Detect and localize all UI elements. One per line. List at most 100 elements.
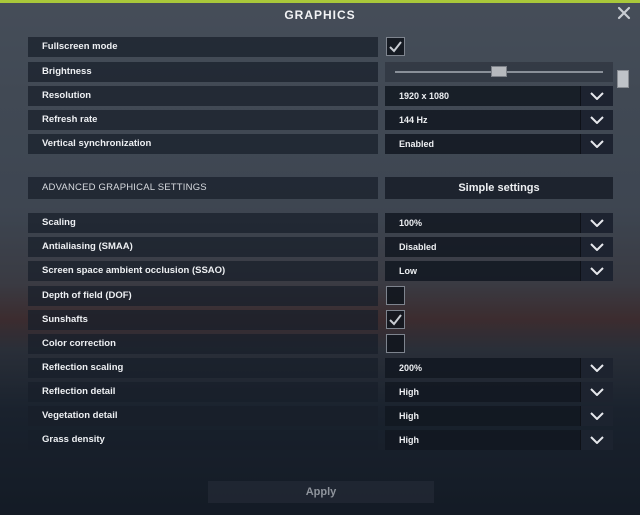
setting-label: Grass density bbox=[28, 430, 378, 450]
setting-scaling: Scaling 100% bbox=[28, 213, 613, 233]
dropdown-button[interactable] bbox=[580, 134, 613, 154]
fullscreen-checkbox[interactable] bbox=[386, 37, 405, 56]
setting-resolution: Resolution 1920 x 1080 bbox=[28, 86, 613, 106]
grass-density-value: High bbox=[399, 435, 419, 445]
dropdown-button[interactable] bbox=[580, 86, 613, 106]
setting-color-correction: Color correction bbox=[28, 334, 613, 354]
setting-label: Reflection scaling bbox=[28, 358, 378, 378]
dof-checkbox[interactable] bbox=[386, 286, 405, 305]
scaling-dropdown[interactable]: 100% bbox=[385, 213, 613, 233]
reflection-detail-value: High bbox=[399, 387, 419, 397]
setting-antialiasing: Antialiasing (SMAA) Disabled bbox=[28, 237, 613, 257]
setting-reflection-detail: Reflection detail High bbox=[28, 382, 613, 402]
setting-label: Vertical synchronization bbox=[28, 134, 378, 154]
brightness-slider[interactable] bbox=[385, 62, 613, 82]
setting-label: Sunshafts bbox=[28, 310, 378, 330]
sunshafts-label: Sunshafts bbox=[42, 314, 88, 325]
dropdown-button[interactable] bbox=[580, 382, 613, 402]
setting-vsync: Vertical synchronization Enabled bbox=[28, 134, 613, 154]
chevron-down-icon bbox=[590, 116, 604, 124]
check-icon bbox=[389, 314, 402, 326]
dropdown-button[interactable] bbox=[580, 261, 613, 281]
setting-refresh-rate: Refresh rate 144 Hz bbox=[28, 110, 613, 130]
slider-thumb[interactable] bbox=[491, 66, 507, 77]
setting-vegetation-detail: Vegetation detail High bbox=[28, 406, 613, 426]
chevron-down-icon bbox=[590, 267, 604, 275]
reflection-scaling-dropdown[interactable]: 200% bbox=[385, 358, 613, 378]
setting-label: Reflection detail bbox=[28, 382, 378, 402]
chevron-down-icon bbox=[590, 219, 604, 227]
setting-label: Resolution bbox=[28, 86, 378, 106]
dropdown-button[interactable] bbox=[580, 406, 613, 426]
scaling-value: 100% bbox=[399, 218, 423, 228]
setting-label: Screen space ambient occlusion (SSAO) bbox=[28, 261, 378, 281]
resolution-label: Resolution bbox=[42, 90, 92, 101]
reflection-detail-dropdown[interactable]: High bbox=[385, 382, 613, 402]
refresh-rate-label: Refresh rate bbox=[42, 114, 98, 125]
setting-label: Vegetation detail bbox=[28, 406, 378, 426]
close-icon[interactable] bbox=[615, 4, 633, 22]
setting-grass-density: Grass density High bbox=[28, 430, 613, 450]
setting-dof: Depth of field (DOF) bbox=[28, 286, 613, 306]
color-correction-checkbox[interactable] bbox=[386, 334, 405, 353]
dropdown-button[interactable] bbox=[580, 430, 613, 450]
antialiasing-value: Disabled bbox=[399, 242, 437, 252]
apply-button[interactable]: Apply bbox=[208, 481, 434, 503]
scaling-label: Scaling bbox=[42, 217, 76, 228]
reflection-detail-label: Reflection detail bbox=[42, 386, 116, 397]
vsync-label: Vertical synchronization bbox=[42, 138, 152, 149]
color-correction-label: Color correction bbox=[42, 338, 116, 349]
window-title: GRAPHICS bbox=[284, 8, 356, 22]
vegetation-detail-value: High bbox=[399, 411, 419, 421]
fullscreen-label: Fullscreen mode bbox=[42, 41, 118, 52]
refresh-rate-value: 144 Hz bbox=[399, 115, 428, 125]
chevron-down-icon bbox=[590, 412, 604, 420]
vegetation-detail-label: Vegetation detail bbox=[42, 410, 118, 421]
resolution-value: 1920 x 1080 bbox=[399, 91, 450, 101]
refresh-rate-dropdown[interactable]: 144 Hz bbox=[385, 110, 613, 130]
advanced-heading: ADVANCED GRAPHICAL SETTINGS bbox=[42, 182, 207, 193]
reflection-scaling-label: Reflection scaling bbox=[42, 362, 124, 373]
setting-brightness: Brightness bbox=[28, 62, 613, 82]
ssao-value: Low bbox=[399, 266, 417, 276]
setting-label: Antialiasing (SMAA) bbox=[28, 237, 378, 257]
section-heading: ADVANCED GRAPHICAL SETTINGS bbox=[28, 177, 378, 199]
chevron-down-icon bbox=[590, 388, 604, 396]
simple-settings-button[interactable]: Simple settings bbox=[385, 177, 613, 199]
advanced-section-header: ADVANCED GRAPHICAL SETTINGS Simple setti… bbox=[28, 177, 613, 199]
setting-fullscreen: Fullscreen mode bbox=[28, 37, 613, 57]
dropdown-button[interactable] bbox=[580, 213, 613, 233]
grass-density-label: Grass density bbox=[42, 434, 105, 445]
grass-density-dropdown[interactable]: High bbox=[385, 430, 613, 450]
antialiasing-label: Antialiasing (SMAA) bbox=[42, 241, 133, 252]
settings-scrollbar[interactable] bbox=[617, 40, 631, 450]
chevron-down-icon bbox=[590, 140, 604, 148]
setting-label: Refresh rate bbox=[28, 110, 378, 130]
setting-reflection-scaling: Reflection scaling 200% bbox=[28, 358, 613, 378]
setting-label: Fullscreen mode bbox=[28, 37, 378, 57]
scrollbar-thumb[interactable] bbox=[617, 70, 629, 88]
dropdown-button[interactable] bbox=[580, 358, 613, 378]
dof-label: Depth of field (DOF) bbox=[42, 290, 132, 301]
chevron-down-icon bbox=[590, 92, 604, 100]
resolution-dropdown[interactable]: 1920 x 1080 bbox=[385, 86, 613, 106]
chevron-down-icon bbox=[590, 243, 604, 251]
vsync-dropdown[interactable]: Enabled bbox=[385, 134, 613, 154]
setting-label: Depth of field (DOF) bbox=[28, 286, 378, 306]
antialiasing-dropdown[interactable]: Disabled bbox=[385, 237, 613, 257]
dropdown-button[interactable] bbox=[580, 110, 613, 130]
chevron-down-icon bbox=[590, 364, 604, 372]
setting-label: Color correction bbox=[28, 334, 378, 354]
dropdown-button[interactable] bbox=[580, 237, 613, 257]
setting-label: Scaling bbox=[28, 213, 378, 233]
check-icon bbox=[389, 41, 402, 53]
setting-sunshafts: Sunshafts bbox=[28, 310, 613, 330]
setting-ssao: Screen space ambient occlusion (SSAO) Lo… bbox=[28, 261, 613, 281]
setting-label: Brightness bbox=[28, 62, 378, 82]
ssao-dropdown[interactable]: Low bbox=[385, 261, 613, 281]
vegetation-detail-dropdown[interactable]: High bbox=[385, 406, 613, 426]
chevron-down-icon bbox=[590, 436, 604, 444]
brightness-label: Brightness bbox=[42, 66, 92, 77]
vsync-value: Enabled bbox=[399, 139, 435, 149]
sunshafts-checkbox[interactable] bbox=[386, 310, 405, 329]
